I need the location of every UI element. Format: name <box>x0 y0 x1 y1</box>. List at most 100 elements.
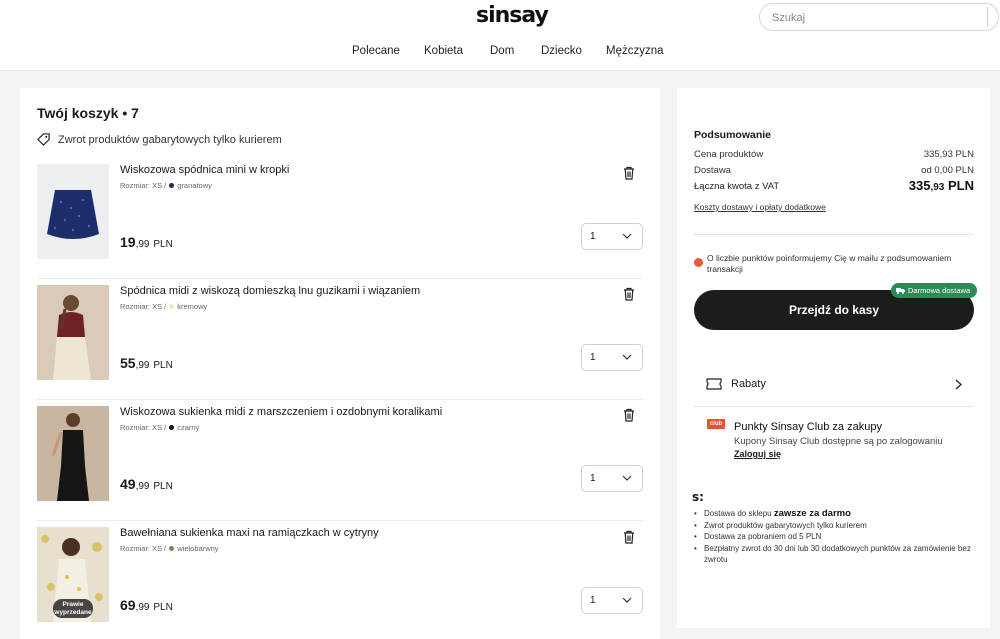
search-divider <box>987 7 988 27</box>
price-decimal: ,99 <box>135 481 150 492</box>
product-price: 69,99 PLN <box>120 597 173 613</box>
discounts-label: Rabaty <box>731 378 766 390</box>
quantity-value: 1 <box>590 231 596 242</box>
quantity-select[interactable]: 1 <box>581 465 643 492</box>
top-bar: sinsay Polecane Kobieta Dom Dziecko Mężc… <box>0 0 1000 71</box>
product-variant: Rozmiar: XS / wielobarwny <box>120 544 219 553</box>
product-image[interactable]: Prawie wyprzedane <box>37 527 109 622</box>
product-variant: Rozmiar: XS / czarny <box>120 423 199 432</box>
product-image[interactable] <box>37 164 109 259</box>
total-integer: 335 <box>908 178 931 193</box>
product-name[interactable]: Bawełniana sukienka maxi na ramiączkach … <box>120 527 379 539</box>
benefit-item: Dostawa do sklepu zawsze za darmo <box>694 508 979 520</box>
benefit-highlight: zawsze za darmo <box>773 508 851 519</box>
total-value: 335,93 PLN <box>909 178 974 193</box>
size-label: Rozmiar: XS / <box>120 181 167 190</box>
product-price: 19,99 PLN <box>120 234 173 250</box>
product-image[interactable] <box>37 285 109 380</box>
cart-item: Wiskozowa sukienka midi z marszczeniem i… <box>37 400 643 521</box>
truck-icon <box>896 288 905 294</box>
search-input[interactable] <box>772 10 972 26</box>
total-decimal: ,93 <box>930 182 945 193</box>
cart-item: Wiskozowa spódnica mini w kropki Rozmiar… <box>37 158 643 279</box>
color-swatch <box>169 425 175 430</box>
products-price-value: 335,93 PLN <box>923 149 974 160</box>
price-integer: 49 <box>120 476 136 492</box>
trash-icon[interactable] <box>623 530 635 544</box>
price-currency: PLN <box>153 602 173 613</box>
ticket-icon <box>706 378 722 390</box>
size-label: Rozmiar: XS / <box>120 423 167 432</box>
chevron-down-icon <box>622 475 632 481</box>
summary-title: Podsumowanie <box>694 129 772 141</box>
product-image[interactable] <box>37 406 109 501</box>
sinsay-mark: s: <box>692 490 704 504</box>
benefit-item: Zwrot produktów gabarytowych tylko kurie… <box>694 520 979 532</box>
price-decimal: ,99 <box>135 360 150 371</box>
color-swatch <box>169 546 175 551</box>
product-variant: Rozmiar: XS / kremowy <box>120 302 207 311</box>
products-price-row: Cena produktów 335,93 PLN <box>694 149 974 160</box>
product-variant: Rozmiar: XS / granatowy <box>120 181 212 190</box>
price-currency: PLN <box>153 481 173 492</box>
order-summary: Podsumowanie Cena produktów 335,93 PLN D… <box>677 88 990 628</box>
color-swatch <box>169 304 175 309</box>
trash-icon[interactable] <box>623 408 635 422</box>
club-logo: club <box>707 419 725 429</box>
product-name[interactable]: Wiskozowa sukienka midi z marszczeniem i… <box>120 406 442 418</box>
chevron-right-icon <box>955 379 962 390</box>
delivery-value: od 0,00 PLN <box>921 165 974 176</box>
delivery-label: Dostawa <box>694 165 731 176</box>
quantity-select[interactable]: 1 <box>581 587 643 614</box>
total-currency: PLN <box>948 178 974 193</box>
benefit-text: Zwrot produktów gabarytowych tylko kurie… <box>704 520 867 530</box>
chevron-down-icon <box>622 233 632 239</box>
login-link[interactable]: Zaloguj się <box>734 449 781 459</box>
trash-icon[interactable] <box>623 287 635 301</box>
points-info-text: O liczbie punktów poinformujemy Cię w ma… <box>707 253 952 274</box>
products-price-label: Cena produktów <box>694 149 764 160</box>
quantity-value: 1 <box>590 595 596 606</box>
quantity-value: 1 <box>590 352 596 363</box>
nav-item-kobieta[interactable]: Kobieta <box>424 45 463 57</box>
almost-sold-out-badge: Prawie wyprzedane <box>53 599 93 618</box>
divider <box>694 234 974 235</box>
quantity-value: 1 <box>590 473 596 484</box>
product-price: 55,99 PLN <box>120 355 173 371</box>
quantity-select[interactable]: 1 <box>581 223 643 250</box>
search-box[interactable] <box>759 3 999 31</box>
divider <box>694 406 974 407</box>
sinsay-club: club Punkty Sinsay Club za zakupy Kupony… <box>694 418 974 478</box>
color-swatch <box>169 183 175 188</box>
nav-item-dom[interactable]: Dom <box>490 45 514 57</box>
product-name[interactable]: Spódnica midi z wiskozą domieszką lnu gu… <box>120 285 420 297</box>
free-delivery-text: Darmowa dostawa <box>908 286 971 295</box>
price-integer: 19 <box>120 234 136 250</box>
price-integer: 55 <box>120 355 136 371</box>
cart-item: Prawie wyprzedane Bawełniana sukienka ma… <box>37 521 643 639</box>
color-name: granatowy <box>177 181 212 190</box>
delivery-costs-link[interactable]: Koszty dostawy i opłaty dodatkowe <box>694 202 826 212</box>
chevron-down-icon <box>622 354 632 360</box>
nav-item-polecane[interactable]: Polecane <box>352 45 400 57</box>
size-label: Rozmiar: XS / <box>120 302 167 311</box>
benefits-list: Dostawa do sklepu zawsze za darmo Zwrot … <box>694 508 979 566</box>
nav-item-mezczyzna[interactable]: Mężczyzna <box>606 45 664 57</box>
benefit-text: Dostawa za pobraniem od 5 PLN <box>704 532 822 541</box>
total-label: Łączna kwota z VAT <box>694 181 780 192</box>
product-name[interactable]: Wiskozowa spódnica mini w kropki <box>120 164 289 176</box>
club-title: Punkty Sinsay Club za zakupy <box>734 421 882 433</box>
nav-item-dziecko[interactable]: Dziecko <box>541 45 582 57</box>
price-integer: 69 <box>120 597 136 613</box>
price-currency: PLN <box>153 239 173 250</box>
benefit-text: Bezpłatny zwrot do 30 dni lub 30 dodatko… <box>704 543 971 565</box>
cart-item: Spódnica midi z wiskozą domieszką lnu gu… <box>37 279 643 400</box>
sinsay-logo[interactable]: sinsay <box>476 3 549 28</box>
trash-icon[interactable] <box>623 166 635 180</box>
free-delivery-badge: Darmowa dostawa <box>891 283 978 298</box>
club-subtitle: Kupony Sinsay Club dostępne są po zalogo… <box>734 436 943 447</box>
tag-icon <box>37 133 50 146</box>
size-label: Rozmiar: XS / <box>120 544 167 553</box>
discounts-row[interactable]: Rabaty <box>694 366 974 404</box>
quantity-select[interactable]: 1 <box>581 344 643 371</box>
